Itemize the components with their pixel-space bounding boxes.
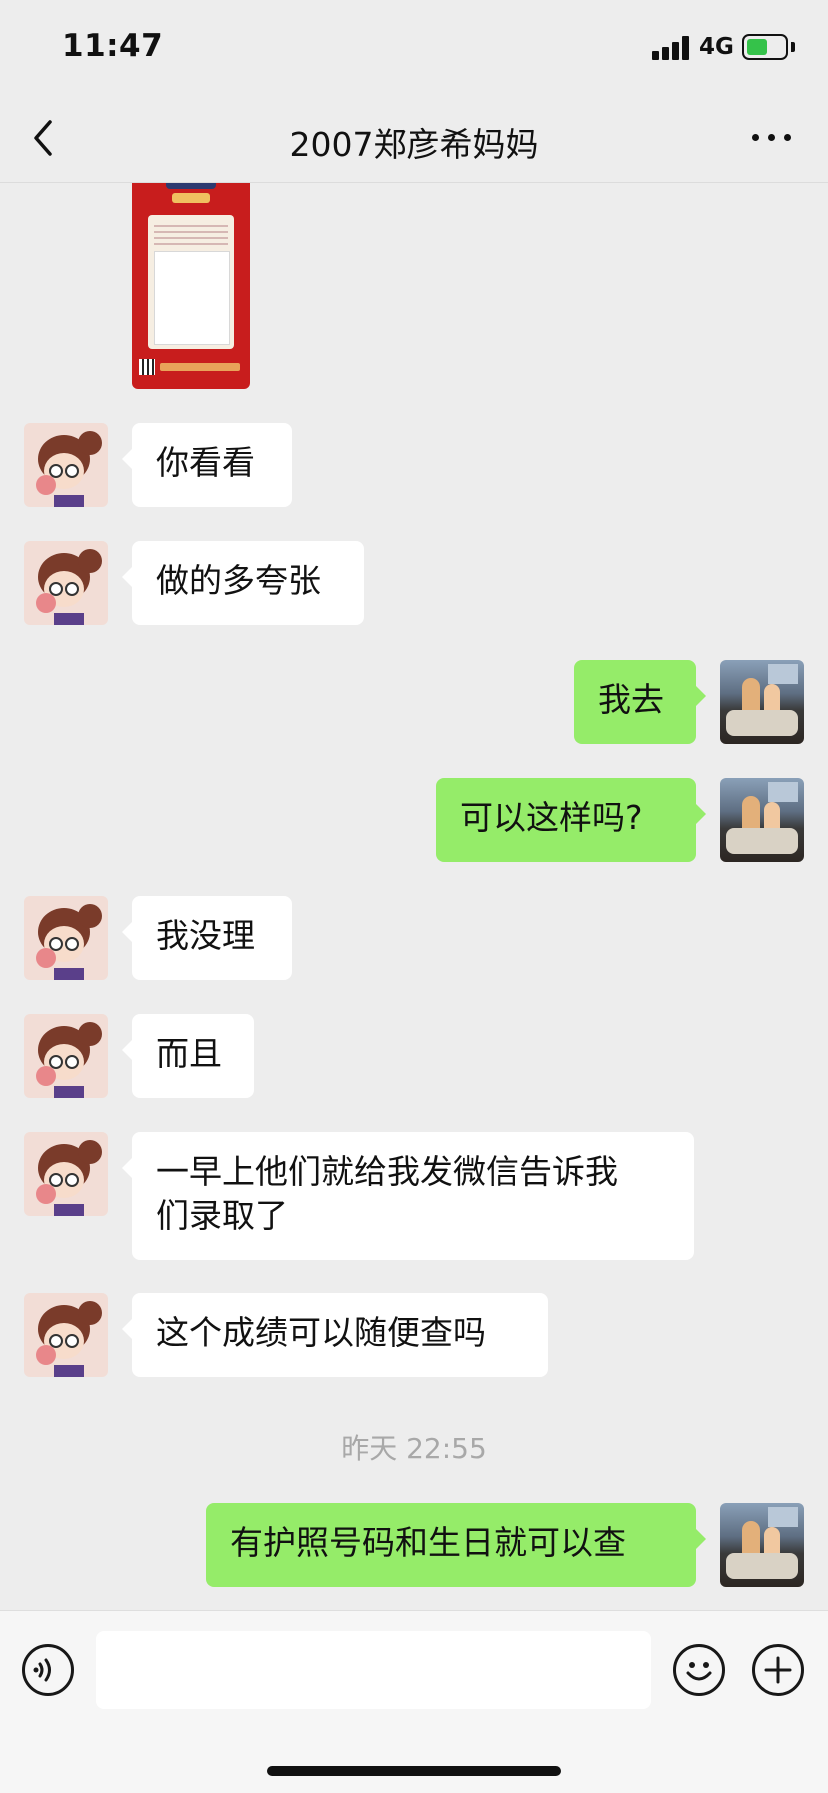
contact-avatar[interactable]	[24, 423, 108, 507]
status-bar: 11:47 4G	[0, 0, 828, 96]
message-bubble[interactable]: 有护照号码和生日就可以查	[206, 1503, 706, 1587]
voice-icon[interactable]	[22, 1644, 74, 1696]
message-bubble[interactable]: 而且	[122, 1014, 254, 1098]
message-bubble[interactable]: 一早上他们就给我发微信告诉我 们录取了	[122, 1132, 694, 1260]
message-bubble[interactable]: 你看看	[122, 423, 292, 507]
self-avatar[interactable]	[720, 660, 804, 744]
self-avatar[interactable]	[720, 778, 804, 862]
battery-cap	[791, 42, 795, 52]
message-bubble[interactable]: 这个成绩可以随便查吗	[122, 1293, 548, 1377]
image-message[interactable]	[132, 183, 250, 389]
message-bubble[interactable]: 做的多夸张	[122, 541, 364, 625]
timestamp: 昨天 22:55	[341, 1432, 487, 1465]
status-time: 11:47	[62, 28, 164, 64]
contact-avatar[interactable]	[24, 1132, 108, 1216]
plus-icon[interactable]	[752, 1644, 804, 1696]
message-input[interactable]	[96, 1631, 651, 1709]
contact-avatar[interactable]	[24, 896, 108, 980]
contact-avatar[interactable]	[24, 1014, 108, 1098]
chat-title: 2007郑彦希妈妈	[289, 125, 539, 164]
signal-icon	[652, 36, 692, 60]
more-dots-icon[interactable]	[748, 118, 796, 158]
self-avatar[interactable]	[720, 1503, 804, 1587]
emoji-icon[interactable]	[673, 1644, 725, 1696]
message-bubble[interactable]: 可以这样吗?	[436, 778, 706, 862]
message-bubble[interactable]: 我去	[574, 660, 706, 744]
home-indicator[interactable]	[267, 1766, 561, 1776]
battery-charging-icon	[742, 34, 788, 60]
network-type: 4G	[699, 34, 734, 60]
message-list[interactable]: 你看看 做的多夸张 我去 可以这样吗? 我没理 而且 一早上他们就给我发微信告诉…	[0, 183, 828, 1608]
contact-avatar[interactable]	[24, 1293, 108, 1377]
message-bubble[interactable]: 我没理	[122, 896, 292, 980]
chat-header: 2007郑彦希妈妈	[0, 96, 828, 183]
contact-avatar[interactable]	[24, 541, 108, 625]
